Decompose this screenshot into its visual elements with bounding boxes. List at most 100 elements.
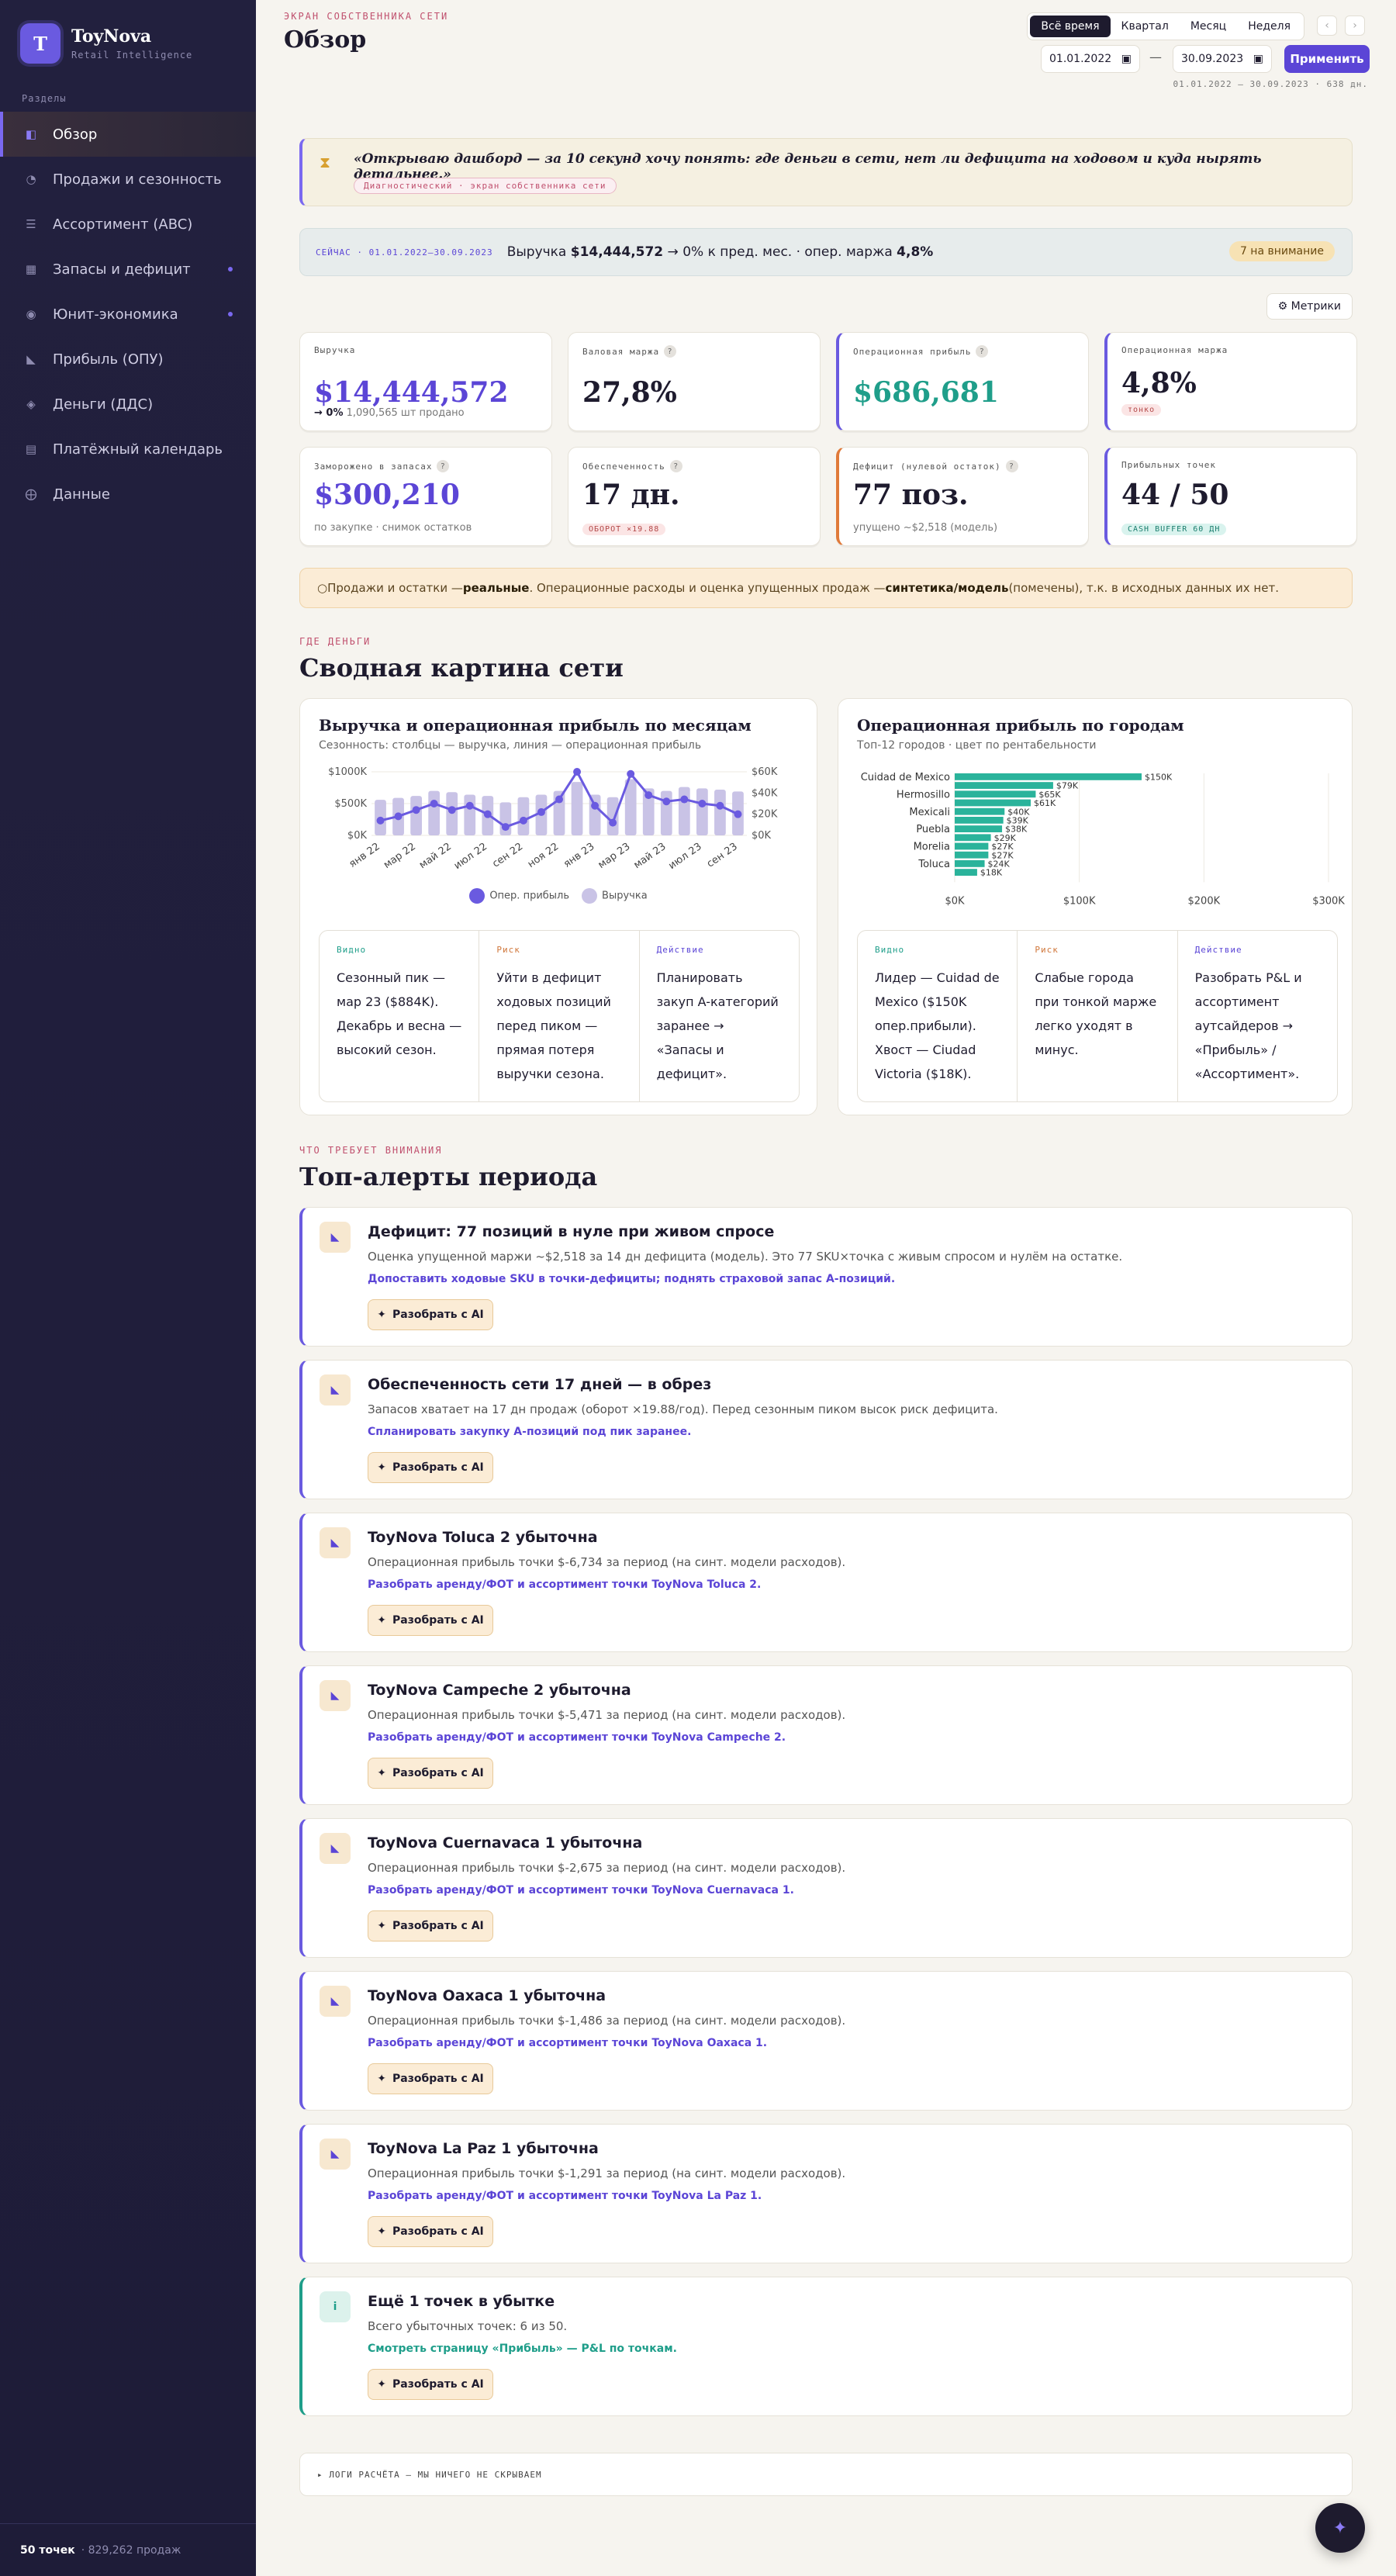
- alert-action-link[interactable]: Разобрать аренду/ФОТ и ассортимент точки…: [368, 2037, 767, 2049]
- analyze-with-ai-button[interactable]: ✦ Разобрать с AI: [368, 1452, 493, 1483]
- revenue-bar: [410, 796, 422, 835]
- chart-title: Выручка и операционная прибыль по месяца…: [319, 716, 752, 735]
- kpi-deficit: Дефицит (нулевой остаток)? 77 поз. упуще…: [836, 447, 1089, 546]
- sidebar-item-label: Продажи и сезонность: [53, 171, 222, 188]
- kpi-revenue: Выручка $14,444,572 → 0% 1,090,565 шт пр…: [299, 332, 552, 431]
- chart-subtitle: Сезонность: столбцы — выручка, линия — о…: [319, 739, 702, 752]
- date-to-input[interactable]: 30.09.2023 ▣: [1173, 45, 1272, 73]
- profit-point: [555, 795, 563, 804]
- profit-point: [573, 768, 582, 776]
- kpi-value: 77 поз.: [853, 479, 969, 511]
- prev-period-button[interactable]: ‹: [1317, 16, 1337, 36]
- alert-action-link[interactable]: Допоставить ходовые SKU в точки-дефициты…: [368, 1273, 895, 1285]
- sparkle-icon: ✦: [377, 2073, 386, 2085]
- sparkle-icon: ✦: [377, 2378, 386, 2391]
- analyze-with-ai-button[interactable]: ✦ Разобрать с AI: [368, 1299, 493, 1330]
- brand-logo: T: [20, 23, 60, 64]
- legend-item-revenue[interactable]: Выручка: [582, 888, 648, 904]
- sidebar-item-7[interactable]: ▤ Платёжный календарь: [0, 427, 256, 472]
- alert-action-link[interactable]: Разобрать аренду/ФОТ и ассортимент точки…: [368, 1884, 794, 1897]
- sidebar-item-3[interactable]: ▦ Запасы и дефицит: [0, 247, 256, 292]
- help-icon[interactable]: ?: [976, 345, 989, 358]
- bar-data-label: $150K: [1145, 773, 1173, 783]
- profit-point: [609, 818, 617, 827]
- profit-point: [501, 823, 510, 832]
- profit-point: [716, 801, 724, 810]
- quote-tag: Диагностический · экран собственника сет…: [354, 178, 617, 194]
- sidebar-item-1[interactable]: ◔ Продажи и сезонность: [0, 157, 256, 202]
- date-from-input[interactable]: 01.01.2022 ▣: [1041, 45, 1140, 73]
- alert-action-link[interactable]: Смотреть страницу «Прибыль» — P&L по точ…: [368, 2343, 677, 2355]
- profit-point: [698, 800, 707, 807]
- period-all-time[interactable]: Всё время: [1030, 16, 1111, 37]
- trend-icon: ◣: [26, 352, 36, 366]
- ai-button-label: Разобрать с AI: [392, 1920, 484, 1932]
- sidebar-item-label: Прибыль (ОПУ): [53, 351, 164, 368]
- revenue-bar: [428, 790, 441, 835]
- sparkle-icon: ✦: [377, 1461, 386, 1474]
- alert-card: ◣ ToyNova Cuernavaca 1 убыточна Операционн…: [299, 1818, 1353, 1958]
- analyze-with-ai-button[interactable]: ✦ Разобрать с AI: [368, 1910, 493, 1942]
- analyze-with-ai-button[interactable]: ✦ Разобрать с AI: [368, 1758, 493, 1789]
- period-quarter[interactable]: Квартал: [1111, 16, 1180, 37]
- city-bar: [955, 834, 991, 842]
- pie-icon: ◔: [26, 172, 36, 186]
- legend-item-profit[interactable]: Опер. прибыль: [469, 888, 569, 904]
- kpi-coverage: Обеспеченность? 17 дн. ОБОРОТ ×19.88: [568, 447, 821, 546]
- data-source-note: ○ Продажи и остатки — реальные. Операцио…: [299, 568, 1353, 608]
- sidebar-item-0[interactable]: ◧ Обзор: [0, 112, 256, 157]
- sidebar-item-label: Обзор: [53, 126, 98, 143]
- city-bar: [955, 825, 1003, 832]
- analyze-with-ai-button[interactable]: ✦ Разобрать с AI: [368, 2063, 493, 2094]
- sidebar-item-5[interactable]: ◣ Прибыль (ОПУ): [0, 337, 256, 382]
- analyze-with-ai-button[interactable]: ✦ Разобрать с AI: [368, 2216, 493, 2247]
- section-label: ЧТО ТРЕБУЕТ ВНИМАНИЯ: [299, 1145, 443, 1156]
- city-bar: [955, 817, 1004, 824]
- y-tick-label-left: $0K: [347, 830, 368, 842]
- city-chart: $0K $100K $200K $300K $150K Cuidad de Mexico $…: [861, 772, 1346, 907]
- ai-assistant-button[interactable]: ✦: [1315, 2503, 1365, 2553]
- city-bar: [955, 799, 1031, 807]
- help-icon[interactable]: ?: [1005, 460, 1018, 472]
- help-icon[interactable]: ?: [669, 460, 682, 472]
- help-icon[interactable]: ?: [437, 460, 450, 472]
- alert-action-link[interactable]: Разобрать аренду/ФОТ и ассортимент точки…: [368, 1578, 761, 1591]
- revenue-bar: [589, 794, 601, 835]
- notification-dot: [228, 267, 233, 271]
- alert-action-link[interactable]: Спланировать закупку A-позиций под пик з…: [368, 1426, 691, 1438]
- period-week[interactable]: Неделя: [1237, 16, 1301, 37]
- sidebar-item-6[interactable]: ◈ Деньги (ДДС): [0, 382, 256, 427]
- alert-action-link[interactable]: Разобрать аренду/ФОТ и ассортимент точки…: [368, 1731, 786, 1744]
- bar-data-label: $61K: [1034, 798, 1056, 808]
- alert-action-link[interactable]: Разобрать аренду/ФОТ и ассортимент точки…: [368, 2190, 762, 2202]
- insight-visible: Видно Сезонный пик — мар 23 ($884K). Дека…: [320, 931, 480, 1101]
- brand[interactable]: T ToyNova Retail Intelligence: [0, 0, 256, 87]
- kpi-value: 17 дн.: [582, 479, 680, 511]
- next-period-button[interactable]: ›: [1345, 16, 1365, 36]
- sidebar-nav: ◧ Обзор ◔ Продажи и сезонность ☰ Ассортимент …: [0, 112, 256, 517]
- profit-point: [376, 816, 385, 825]
- brand-subtitle: Retail Intelligence: [71, 50, 193, 61]
- city-label: Cuidad de Mexico: [861, 772, 950, 783]
- sidebar-item-2[interactable]: ☰ Ассортимент (ABC): [0, 202, 256, 247]
- attention-badge[interactable]: 7 на внимание: [1228, 241, 1335, 261]
- x-tick-label: $200K: [1188, 895, 1221, 907]
- calculation-logs-toggle[interactable]: ▸ ЛОГИ РАСЧЁТА — МЫ НИЧЕГО НЕ СКРЫВАЕМ: [299, 2453, 1353, 2496]
- alert-card: ◣ ToyNova Oaxaca 1 убыточна Операционная п…: [299, 1971, 1353, 2111]
- status-badge: тонко: [1121, 404, 1162, 416]
- ai-button-label: Разобрать с AI: [392, 2378, 484, 2391]
- sidebar-item-8[interactable]: ⨁ Данные: [0, 472, 256, 517]
- apply-button[interactable]: Применить: [1284, 45, 1370, 73]
- help-icon[interactable]: ?: [664, 345, 677, 358]
- metrics-button[interactable]: ⚙ Метрики: [1266, 293, 1353, 320]
- now-text: Выручка $14,444,572 → 0% к пред. мес. · …: [506, 244, 934, 260]
- alert-body: Операционная прибыль точки $-1,486 за пе…: [368, 2014, 846, 2028]
- insight-visible: Видно Лидер — Cuidad de Mexico ($150K опе…: [858, 931, 1018, 1101]
- analyze-with-ai-button[interactable]: ✦ Разобрать с AI: [368, 1605, 493, 1636]
- monthly-chart: $0K$500K$1000K$0K$20K$40K$60Kянв 22 мар 2…: [328, 766, 778, 872]
- sparkle-icon: ✦: [377, 1920, 386, 1932]
- sidebar-item-4[interactable]: ◉ Юнит-экономика: [0, 292, 256, 337]
- analyze-with-ai-button[interactable]: ✦ Разобрать с AI: [368, 2369, 493, 2400]
- period-month[interactable]: Месяц: [1180, 16, 1237, 37]
- profit-point: [734, 810, 742, 818]
